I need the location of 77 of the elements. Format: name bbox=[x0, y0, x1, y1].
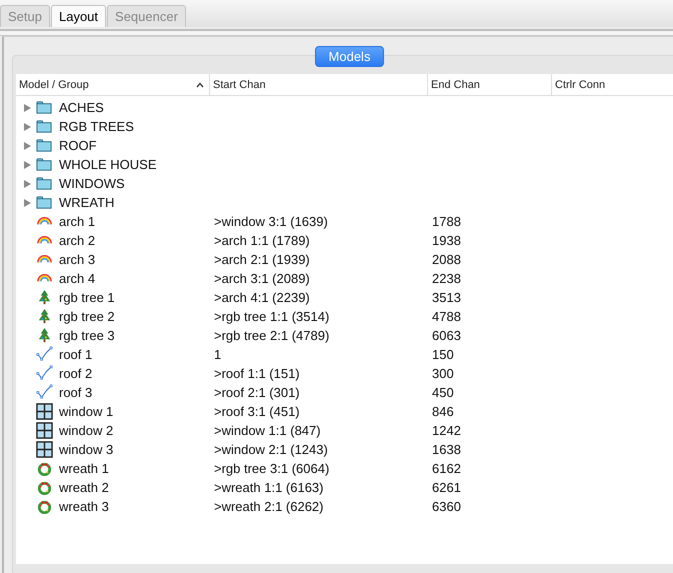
folder-icon bbox=[36, 99, 53, 116]
model-name: ROOF bbox=[59, 138, 97, 153]
model-name: rgb tree 2 bbox=[59, 309, 115, 324]
model-name: WREATH bbox=[59, 195, 114, 210]
column-header[interactable]: End Chan bbox=[428, 74, 552, 95]
window-grid-icon bbox=[36, 422, 53, 439]
column-header[interactable]: Model / Group bbox=[16, 74, 210, 95]
model-name: WHOLE HOUSE bbox=[59, 157, 157, 172]
model-name: wreath 3 bbox=[59, 499, 109, 514]
start-channel: >wreath 2:1 (6262) bbox=[214, 499, 324, 514]
column-header[interactable]: Ctrlr Conn bbox=[552, 74, 673, 95]
polyline-icon bbox=[36, 346, 53, 363]
end-channel: 6063 bbox=[432, 328, 461, 343]
end-channel: 1638 bbox=[432, 442, 461, 457]
end-channel: 1938 bbox=[432, 233, 461, 248]
column-header[interactable]: Start Chan bbox=[210, 74, 428, 95]
model-name: window 1 bbox=[59, 404, 114, 419]
start-channel: >arch 4:1 (2239) bbox=[214, 290, 310, 305]
end-channel: 2088 bbox=[432, 252, 461, 267]
model-name: WINDOWS bbox=[59, 176, 125, 191]
model-name: roof 3 bbox=[59, 385, 92, 400]
window-grid-icon bbox=[36, 403, 53, 420]
start-channel: >arch 3:1 (2089) bbox=[214, 271, 310, 286]
start-channel: >arch 1:1 (1789) bbox=[214, 233, 310, 248]
wreath-icon bbox=[36, 498, 53, 515]
model-name: ACHES bbox=[59, 100, 104, 115]
model-name: RGB TREES bbox=[59, 119, 134, 134]
model-name: arch 4 bbox=[59, 271, 96, 286]
folder-icon bbox=[36, 118, 53, 135]
model-name: wreath 1 bbox=[59, 461, 109, 476]
end-channel: 4788 bbox=[432, 309, 461, 324]
folder-icon bbox=[36, 175, 53, 192]
end-channel: 1242 bbox=[432, 423, 461, 438]
start-channel: >roof 1:1 (151) bbox=[214, 366, 300, 381]
end-channel: 150 bbox=[432, 347, 454, 362]
folder-icon bbox=[36, 156, 53, 173]
start-channel: 1 bbox=[214, 347, 222, 362]
end-channel: 300 bbox=[432, 366, 454, 381]
folder-icon bbox=[36, 137, 53, 154]
start-channel: >roof 2:1 (301) bbox=[214, 385, 300, 400]
start-channel: >window 2:1 (1243) bbox=[214, 442, 328, 457]
start-channel: >rgb tree 3:1 (6064) bbox=[214, 461, 330, 476]
start-channel: >roof 3:1 (451) bbox=[214, 404, 300, 419]
tab[interactable]: Layout bbox=[50, 5, 106, 27]
model-name: arch 3 bbox=[59, 252, 96, 267]
start-channel: >wreath 1:1 (6163) bbox=[214, 480, 324, 495]
end-channel: 6261 bbox=[432, 480, 461, 495]
start-channel: >rgb tree 1:1 (3514) bbox=[214, 309, 330, 324]
model-name: roof 1 bbox=[59, 347, 92, 362]
start-channel: >rgb tree 2:1 (4789) bbox=[214, 328, 330, 343]
start-channel: >window 1:1 (847) bbox=[214, 423, 321, 438]
model-name: rgb tree 1 bbox=[59, 290, 115, 305]
christmas-tree-icon bbox=[36, 308, 53, 325]
christmas-tree-icon bbox=[36, 289, 53, 306]
model-name: arch 2 bbox=[59, 233, 96, 248]
end-channel: 450 bbox=[432, 385, 454, 400]
end-channel: 3513 bbox=[432, 290, 461, 305]
model-name: roof 2 bbox=[59, 366, 92, 381]
polyline-icon bbox=[36, 384, 53, 401]
model-name: window 3 bbox=[59, 442, 114, 457]
start-channel: >arch 2:1 (1939) bbox=[214, 252, 310, 267]
end-channel: 846 bbox=[432, 404, 454, 419]
start-channel: >window 3:1 (1639) bbox=[214, 214, 328, 229]
polyline-icon bbox=[36, 365, 53, 382]
model-name: arch 1 bbox=[59, 214, 96, 229]
model-name: window 2 bbox=[59, 423, 114, 438]
folder-icon bbox=[36, 194, 53, 211]
end-channel: 6162 bbox=[432, 461, 461, 476]
end-channel: 1788 bbox=[432, 214, 461, 229]
wreath-icon bbox=[36, 479, 53, 496]
christmas-tree-icon bbox=[36, 327, 53, 344]
end-channel: 6360 bbox=[432, 499, 461, 514]
wreath-icon bbox=[36, 460, 53, 477]
end-channel: 2238 bbox=[432, 271, 461, 286]
model-name: rgb tree 3 bbox=[59, 328, 115, 343]
model-name: wreath 2 bbox=[59, 480, 109, 495]
window-grid-icon bbox=[36, 441, 53, 458]
